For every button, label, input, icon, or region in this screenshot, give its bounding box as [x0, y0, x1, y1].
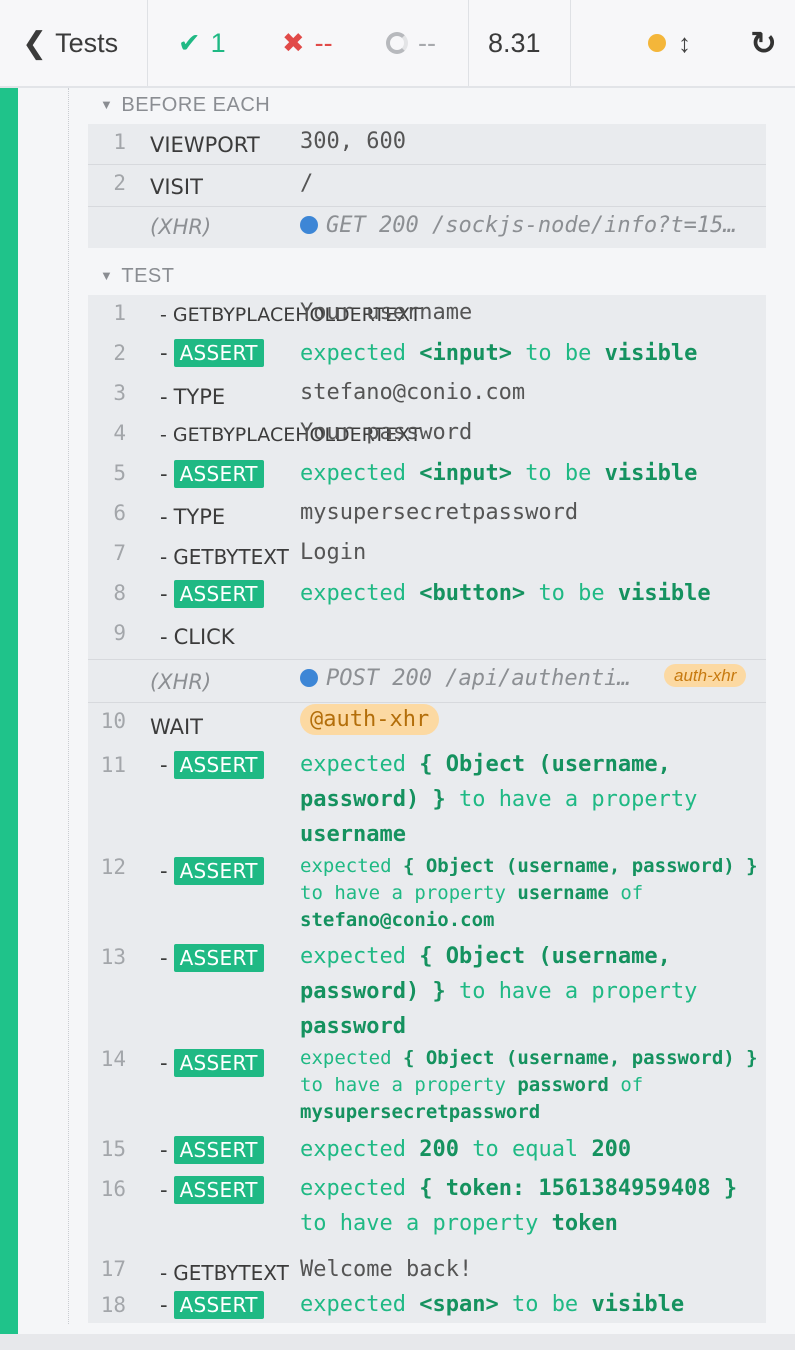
command-row[interactable]: 13 - ASSERT expected { Object (username, …	[88, 939, 766, 1043]
back-to-tests-button[interactable]: ❮ Tests	[22, 0, 118, 86]
passed-value: 1	[210, 27, 226, 58]
caret-down-icon: ▼	[100, 268, 114, 283]
reporter-header: ❮ Tests ✔ 1 ✖ -- -- 8.31 ↕ ↻	[0, 0, 795, 88]
alias-chip: @auth-xhr	[300, 704, 440, 735]
test-header[interactable]: ▼ TEST	[100, 265, 175, 288]
assert-badge: ASSERT	[173, 460, 264, 488]
assert-badge: ASSERT	[173, 1049, 264, 1077]
failed-value: --	[314, 27, 333, 58]
hook-guide-line	[68, 88, 69, 1324]
assert-badge: ASSERT	[173, 1176, 264, 1204]
check-icon: ✔	[178, 27, 201, 58]
back-label: Tests	[55, 27, 119, 58]
command-row[interactable]: 11 - ASSERT expected { Object (username, …	[88, 747, 766, 851]
pending-value: --	[418, 27, 436, 58]
x-icon: ✖	[282, 27, 305, 58]
spinner-icon	[386, 32, 408, 54]
command-row[interactable]: 7 - GETBYTEXT Login	[88, 535, 766, 575]
failed-count: ✖ --	[282, 0, 333, 86]
command-row[interactable]: 15 - ASSERT expected 200 to equal 200	[88, 1131, 766, 1171]
command-row[interactable]: 17 - GETBYTEXT Welcome back!	[88, 1251, 766, 1291]
command-row[interactable]: 2 VISIT /	[88, 165, 766, 207]
command-row[interactable]: 9 - CLICK	[88, 615, 766, 660]
command-row[interactable]: 6 - TYPE mysupersecretpassword	[88, 495, 766, 535]
command-row[interactable]: 10 WAIT @auth-xhr	[88, 703, 766, 747]
xhr-row[interactable]: (XHR) GET 200 /sockjs-node/info?t=15…	[88, 207, 766, 248]
command-row[interactable]: 1 - GETBYPLACEHOLDERTEXT Your username	[88, 295, 766, 335]
divider	[468, 0, 469, 86]
assert-badge: ASSERT	[173, 857, 264, 885]
before-each-commands: 1 VIEWPORT 300, 600 2 VISIT / (XHR) GET …	[88, 124, 766, 248]
divider	[570, 0, 571, 86]
chevron-left-icon: ❮	[22, 26, 48, 60]
assert-badge: ASSERT	[173, 339, 264, 367]
xhr-status-icon	[300, 669, 318, 687]
status-dot-icon	[648, 34, 666, 52]
alias-badge: auth-xhr	[664, 664, 747, 687]
auto-scroll-toggle[interactable]: ↕	[648, 0, 691, 86]
divider	[147, 0, 148, 86]
command-row[interactable]: 2 - ASSERT expected <input> to be visible	[88, 335, 766, 375]
before-each-header[interactable]: ▼ BEFORE EACH	[100, 94, 270, 117]
assert-badge: ASSERT	[173, 751, 264, 779]
assert-badge: ASSERT	[173, 1136, 264, 1164]
command-row[interactable]: 3 - TYPE stefano@conio.com	[88, 375, 766, 415]
test-status-stripe	[0, 88, 18, 1334]
xhr-status-icon	[300, 216, 318, 234]
rerun-button[interactable]: ↻	[750, 0, 777, 86]
command-row[interactable]: 5 - ASSERT expected <input> to be visible	[88, 455, 766, 495]
panel-footer	[0, 1334, 795, 1350]
reload-icon: ↻	[750, 25, 777, 61]
command-row[interactable]: 12 - ASSERT expected { Object (username, …	[88, 851, 766, 939]
test-commands: 1 - GETBYPLACEHOLDERTEXT Your username 2 …	[88, 295, 766, 1323]
arrows-vertical-icon: ↕	[678, 27, 691, 58]
command-row[interactable]: 16 - ASSERT expected { token: 15613849594…	[88, 1171, 766, 1251]
xhr-row[interactable]: (XHR) POST 200 /api/authenti… auth-xhr	[88, 660, 766, 703]
command-row[interactable]: 18 - ASSERT expected <span> to be visible	[88, 1291, 766, 1323]
command-row[interactable]: 1 VIEWPORT 300, 600	[88, 124, 766, 165]
assert-badge: ASSERT	[173, 944, 264, 972]
passed-count: ✔ 1	[178, 0, 226, 86]
duration: 8.31	[488, 27, 541, 58]
assert-badge: ASSERT	[173, 580, 264, 608]
pending-count: --	[386, 0, 436, 86]
command-row[interactable]: 4 - GETBYPLACEHOLDERTEXT Your password	[88, 415, 766, 455]
assert-badge: ASSERT	[173, 1291, 264, 1319]
command-row[interactable]: 14 - ASSERT expected { Object (username, …	[88, 1043, 766, 1131]
command-row[interactable]: 8 - ASSERT expected <button> to be visibl…	[88, 575, 766, 615]
caret-down-icon: ▼	[100, 97, 114, 112]
